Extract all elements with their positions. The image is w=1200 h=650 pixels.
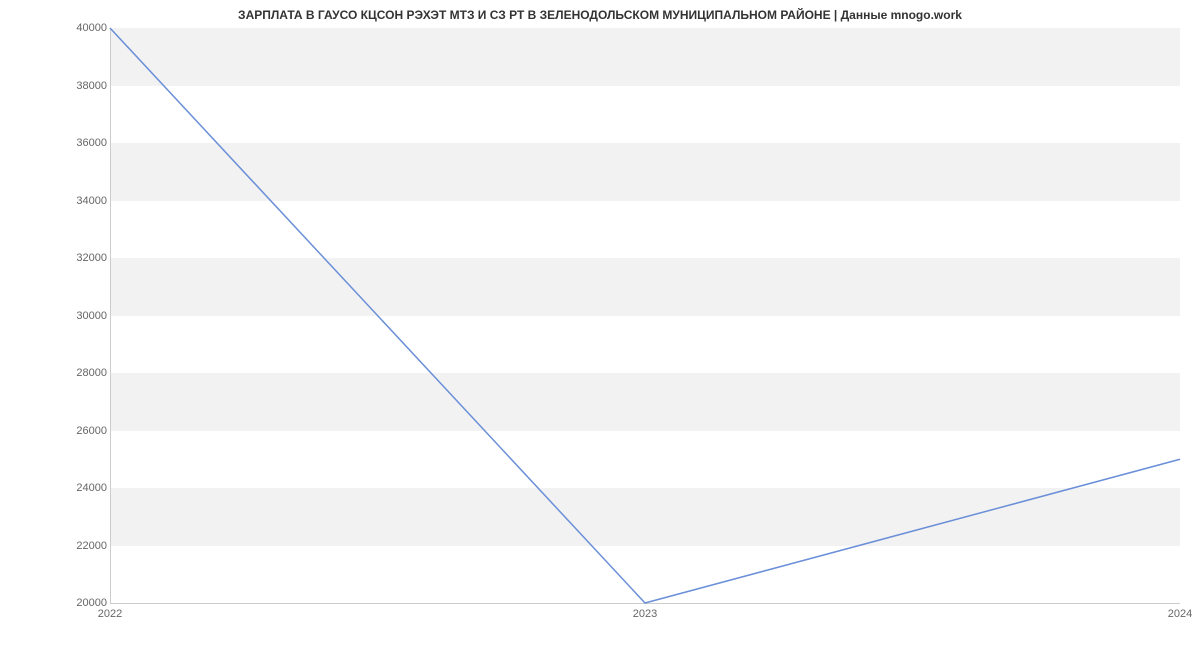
chart-title: ЗАРПЛАТА В ГАУСО КЦСОН РЭХЭТ МТЗ И СЗ РТ… [0,8,1200,22]
line-layer [110,28,1180,603]
y-tick-label: 32000 [62,252,107,264]
x-tick-label: 2022 [98,608,122,620]
y-tick-label: 38000 [62,80,107,92]
x-tick-label: 2024 [1168,608,1192,620]
y-tick-label: 34000 [62,195,107,207]
y-tick-label: 30000 [62,310,107,322]
y-tick-label: 36000 [62,137,107,149]
y-tick-label: 22000 [62,540,107,552]
y-tick-label: 28000 [62,367,107,379]
plot-area [110,28,1180,603]
x-axis: 202220232024 [110,605,1180,625]
y-axis: 2000022000240002600028000300003200034000… [62,28,107,603]
y-tick-label: 24000 [62,482,107,494]
x-tick-label: 2023 [633,608,657,620]
series-line [110,28,1180,603]
y-tick-label: 40000 [62,22,107,34]
y-tick-label: 26000 [62,425,107,437]
